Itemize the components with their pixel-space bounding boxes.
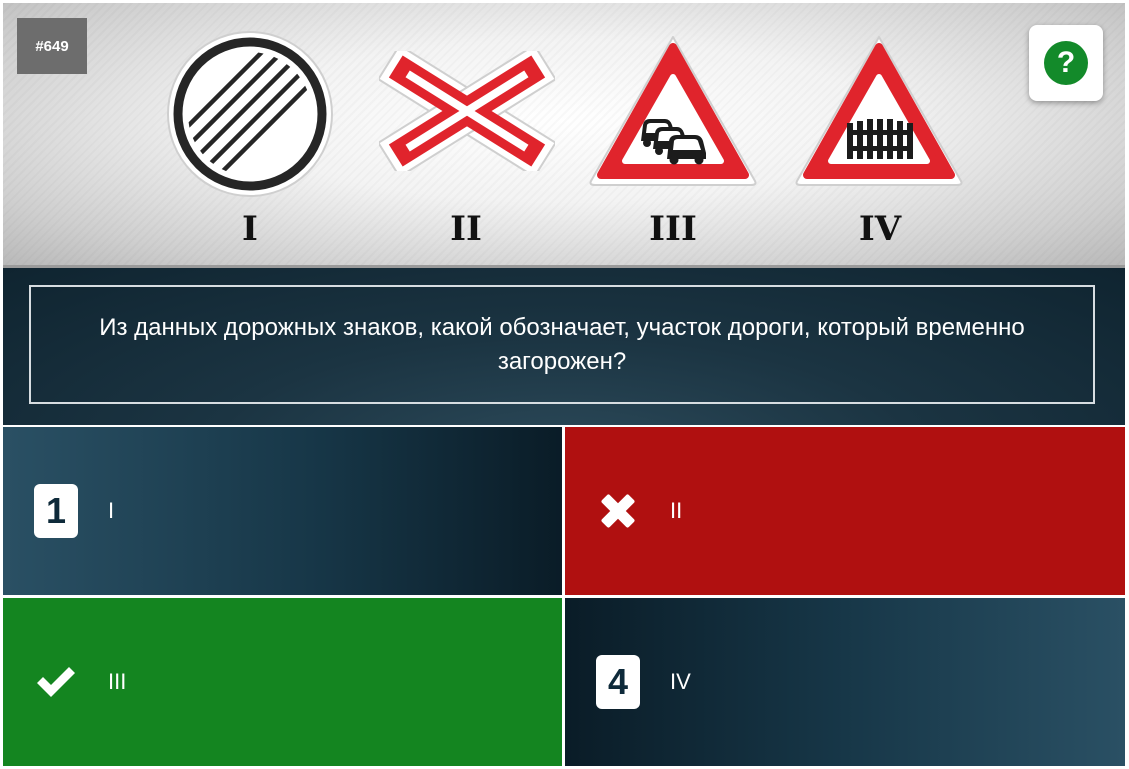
answer-text-1: I xyxy=(108,498,115,523)
railway-crossing-with-barrier-sign-icon xyxy=(795,36,963,186)
end-of-all-restrictions-sign-icon xyxy=(167,31,333,197)
question-number-badge: #649 xyxy=(17,18,87,74)
answer-number-1: 1 xyxy=(34,484,78,538)
answer-number-4: 4 xyxy=(596,655,640,709)
traffic-queue-sign-icon xyxy=(589,36,757,186)
answer-text-2: II xyxy=(670,498,683,523)
cross-icon xyxy=(601,494,635,528)
answer-option-3[interactable]: III xyxy=(3,598,562,766)
sign-label-1: I xyxy=(242,209,258,249)
sign-label-4: IV xyxy=(858,209,902,249)
question-box: Из данных дорожных знаков, какой обознач… xyxy=(29,285,1095,404)
answer-marker-1: 1 xyxy=(34,484,78,538)
answer-text-3: III xyxy=(108,669,127,694)
single-track-railway-crossing-sign-icon xyxy=(379,51,555,171)
answer-text-4: IV xyxy=(670,669,691,694)
answer-option-2[interactable]: II xyxy=(565,427,1125,595)
question-text: Из данных дорожных знаков, какой обознач… xyxy=(99,313,1025,375)
help-button[interactable]: ? xyxy=(1029,25,1103,101)
signs-image: #649 ? I II III IV xyxy=(3,3,1125,268)
answer-marker-2 xyxy=(596,484,640,538)
help-icon: ? xyxy=(1044,41,1088,85)
check-icon xyxy=(37,667,75,697)
sign-label-3: III xyxy=(649,209,697,249)
sign-label-2: II xyxy=(450,209,482,249)
question-banner: Из данных дорожных знаков, какой обознач… xyxy=(3,268,1125,425)
answer-option-4[interactable]: 4 IV xyxy=(565,598,1125,766)
answer-option-1[interactable]: 1 I xyxy=(3,427,562,595)
quiz-card: #649 ? I II III IV Из данных дорожных зн… xyxy=(3,3,1125,766)
answer-marker-4: 4 xyxy=(596,655,640,709)
answer-marker-3 xyxy=(34,655,78,709)
